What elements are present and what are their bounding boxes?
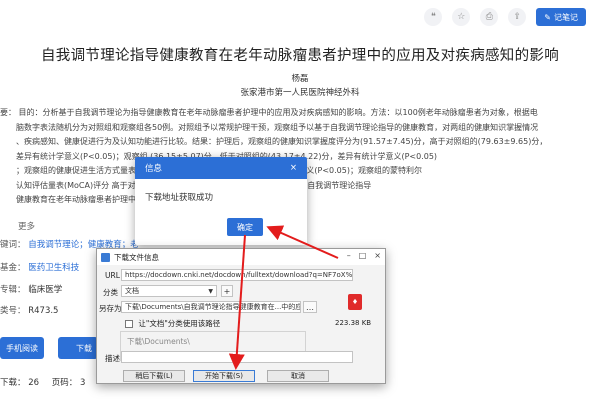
abstract-line: 、疾病感知、健康促进行为及认知功能进行比较。结果：护理后，观察组的健康知识掌握度… <box>16 137 548 146</box>
remember-path-checkbox[interactable] <box>125 320 133 328</box>
remember-path-label: 让"文档"分类使用该路径 <box>138 319 221 328</box>
category-row: 专辑： 临床医学 <box>0 283 62 295</box>
pages-label: 页码： <box>51 378 78 388</box>
download-later-button[interactable]: 稍后下载(L) <box>123 370 185 382</box>
downloads-label: 下载： <box>0 378 26 388</box>
modal-title: 信息 <box>145 164 163 174</box>
app-icon <box>101 252 110 262</box>
modal-header: 信息 × <box>135 157 307 179</box>
dialog-title: 下载文件信息 <box>114 252 159 262</box>
modal-message: 下载地址获取成功 <box>145 193 214 203</box>
star-icon[interactable]: ☆ <box>452 8 471 26</box>
browse-folder-button[interactable]: … <box>303 301 317 313</box>
chevron-down-icon: ▼ <box>208 287 213 295</box>
fund-value[interactable]: 医药卫生科技 <box>28 263 79 273</box>
clc-label: 类号： <box>0 306 26 316</box>
take-note-label: 记笔记 <box>554 12 578 22</box>
cancel-button[interactable]: 取消 <box>267 370 329 382</box>
category-select[interactable]: 文档 ▼ <box>121 285 217 297</box>
file-size: 223.38 KB <box>335 319 372 327</box>
mobile-read-button[interactable]: 手机阅读 <box>0 337 44 359</box>
abstract-line: 脑数字表法随机分为对照组和观察组各50例。对照组予以常规护理干预，观察组予以基于… <box>16 122 539 132</box>
maximize-icon[interactable]: □ <box>359 251 367 260</box>
category-select-value: 文档 <box>125 287 139 295</box>
print-icon[interactable]: ⎙ <box>480 8 499 26</box>
description-field[interactable] <box>121 351 353 363</box>
category-value: 临床医学 <box>28 285 63 295</box>
fund-row: 基金： 医药卫生科技 <box>0 261 79 273</box>
minimize-icon[interactable]: – <box>347 251 351 260</box>
close-icon[interactable]: × <box>290 163 297 173</box>
top-toolbar: ❝ ☆ ⎙ ⇪ ✎ 记笔记 <box>424 8 586 26</box>
download-button[interactable]: 下载 <box>58 337 98 359</box>
edit-icon: ✎ <box>544 12 551 22</box>
close-icon[interactable]: × <box>374 251 381 260</box>
clc-row: 类号： R473.5 <box>0 304 58 316</box>
abstract-line: 要： 目的：分析基于自我调节理论为指导健康教育在老年动脉瘤患者护理中的应用及对疾… <box>0 108 538 117</box>
add-category-button[interactable]: + <box>221 285 233 297</box>
article-title: 自我调节理论指导健康教育在老年动脉瘤患者护理中的应用及对疾病感知的影响 <box>41 48 559 64</box>
path-hint: 下载\Documents\ <box>127 337 190 346</box>
share-icon[interactable]: ⇪ <box>508 8 527 26</box>
stats-row: 下载： 26 页码： 3 <box>0 376 85 388</box>
pdf-file-icon: ♦ <box>348 294 362 310</box>
dialog-titlebar: 下载文件信息 <box>97 249 385 265</box>
ok-button[interactable]: 确定 <box>227 218 263 236</box>
fund-label: 基金： <box>0 263 26 273</box>
remember-path-row[interactable]: 让"文档"分类使用该路径 <box>125 318 220 329</box>
author-link[interactable]: 杨磊 <box>0 72 600 84</box>
downloads-value: 26 <box>28 378 40 388</box>
clc-value: R473.5 <box>28 306 59 316</box>
keywords-label: 键词： <box>0 240 26 250</box>
download-dialog: 下载文件信息 – □ × URL https://docdown.cnki.ne… <box>96 248 386 384</box>
organization-link[interactable]: 张家港市第一人民医院神经外科 <box>0 86 600 98</box>
url-field[interactable]: https://docdown.cnki.net/docdown/fulltex… <box>121 269 353 281</box>
category-label: 专辑： <box>0 285 26 295</box>
saveas-field[interactable]: 下载\Documents\自我调节理论指导健康教育在...中的应用及 <box>121 301 301 313</box>
quote-icon[interactable]: ❝ <box>424 8 443 26</box>
window-controls: – □ × <box>347 251 381 260</box>
more-link[interactable]: 更多 <box>18 220 35 232</box>
pages-value: 3 <box>79 378 86 388</box>
category-label: 分类 <box>103 288 118 297</box>
info-modal: 信息 × 下载地址获取成功 确定 <box>135 157 307 245</box>
take-note-button[interactable]: ✎ 记笔记 <box>536 8 586 26</box>
saveas-label: 另存为 <box>99 304 122 313</box>
description-label: 描述 <box>105 354 120 363</box>
start-download-button[interactable]: 开始下载(S) <box>193 370 255 382</box>
url-label: URL <box>105 271 120 280</box>
